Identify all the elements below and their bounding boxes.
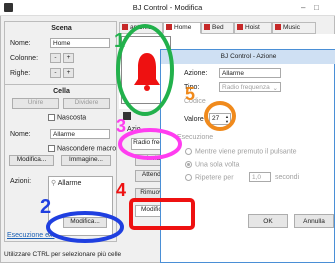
red-rectangle [129, 198, 195, 230]
annotation-2: 2 [40, 196, 52, 218]
orange-circle [204, 101, 236, 131]
green-ellipse [116, 24, 174, 116]
annotation-1: 1 [114, 30, 126, 52]
annotation-5: 5 [185, 84, 196, 104]
annotation-4: 4 [116, 180, 127, 200]
annotation-3: 3 [116, 116, 127, 136]
magenta-ellipse [118, 128, 182, 160]
blue-ellipse [46, 211, 124, 243]
annotation-overlay [46, 24, 236, 243]
